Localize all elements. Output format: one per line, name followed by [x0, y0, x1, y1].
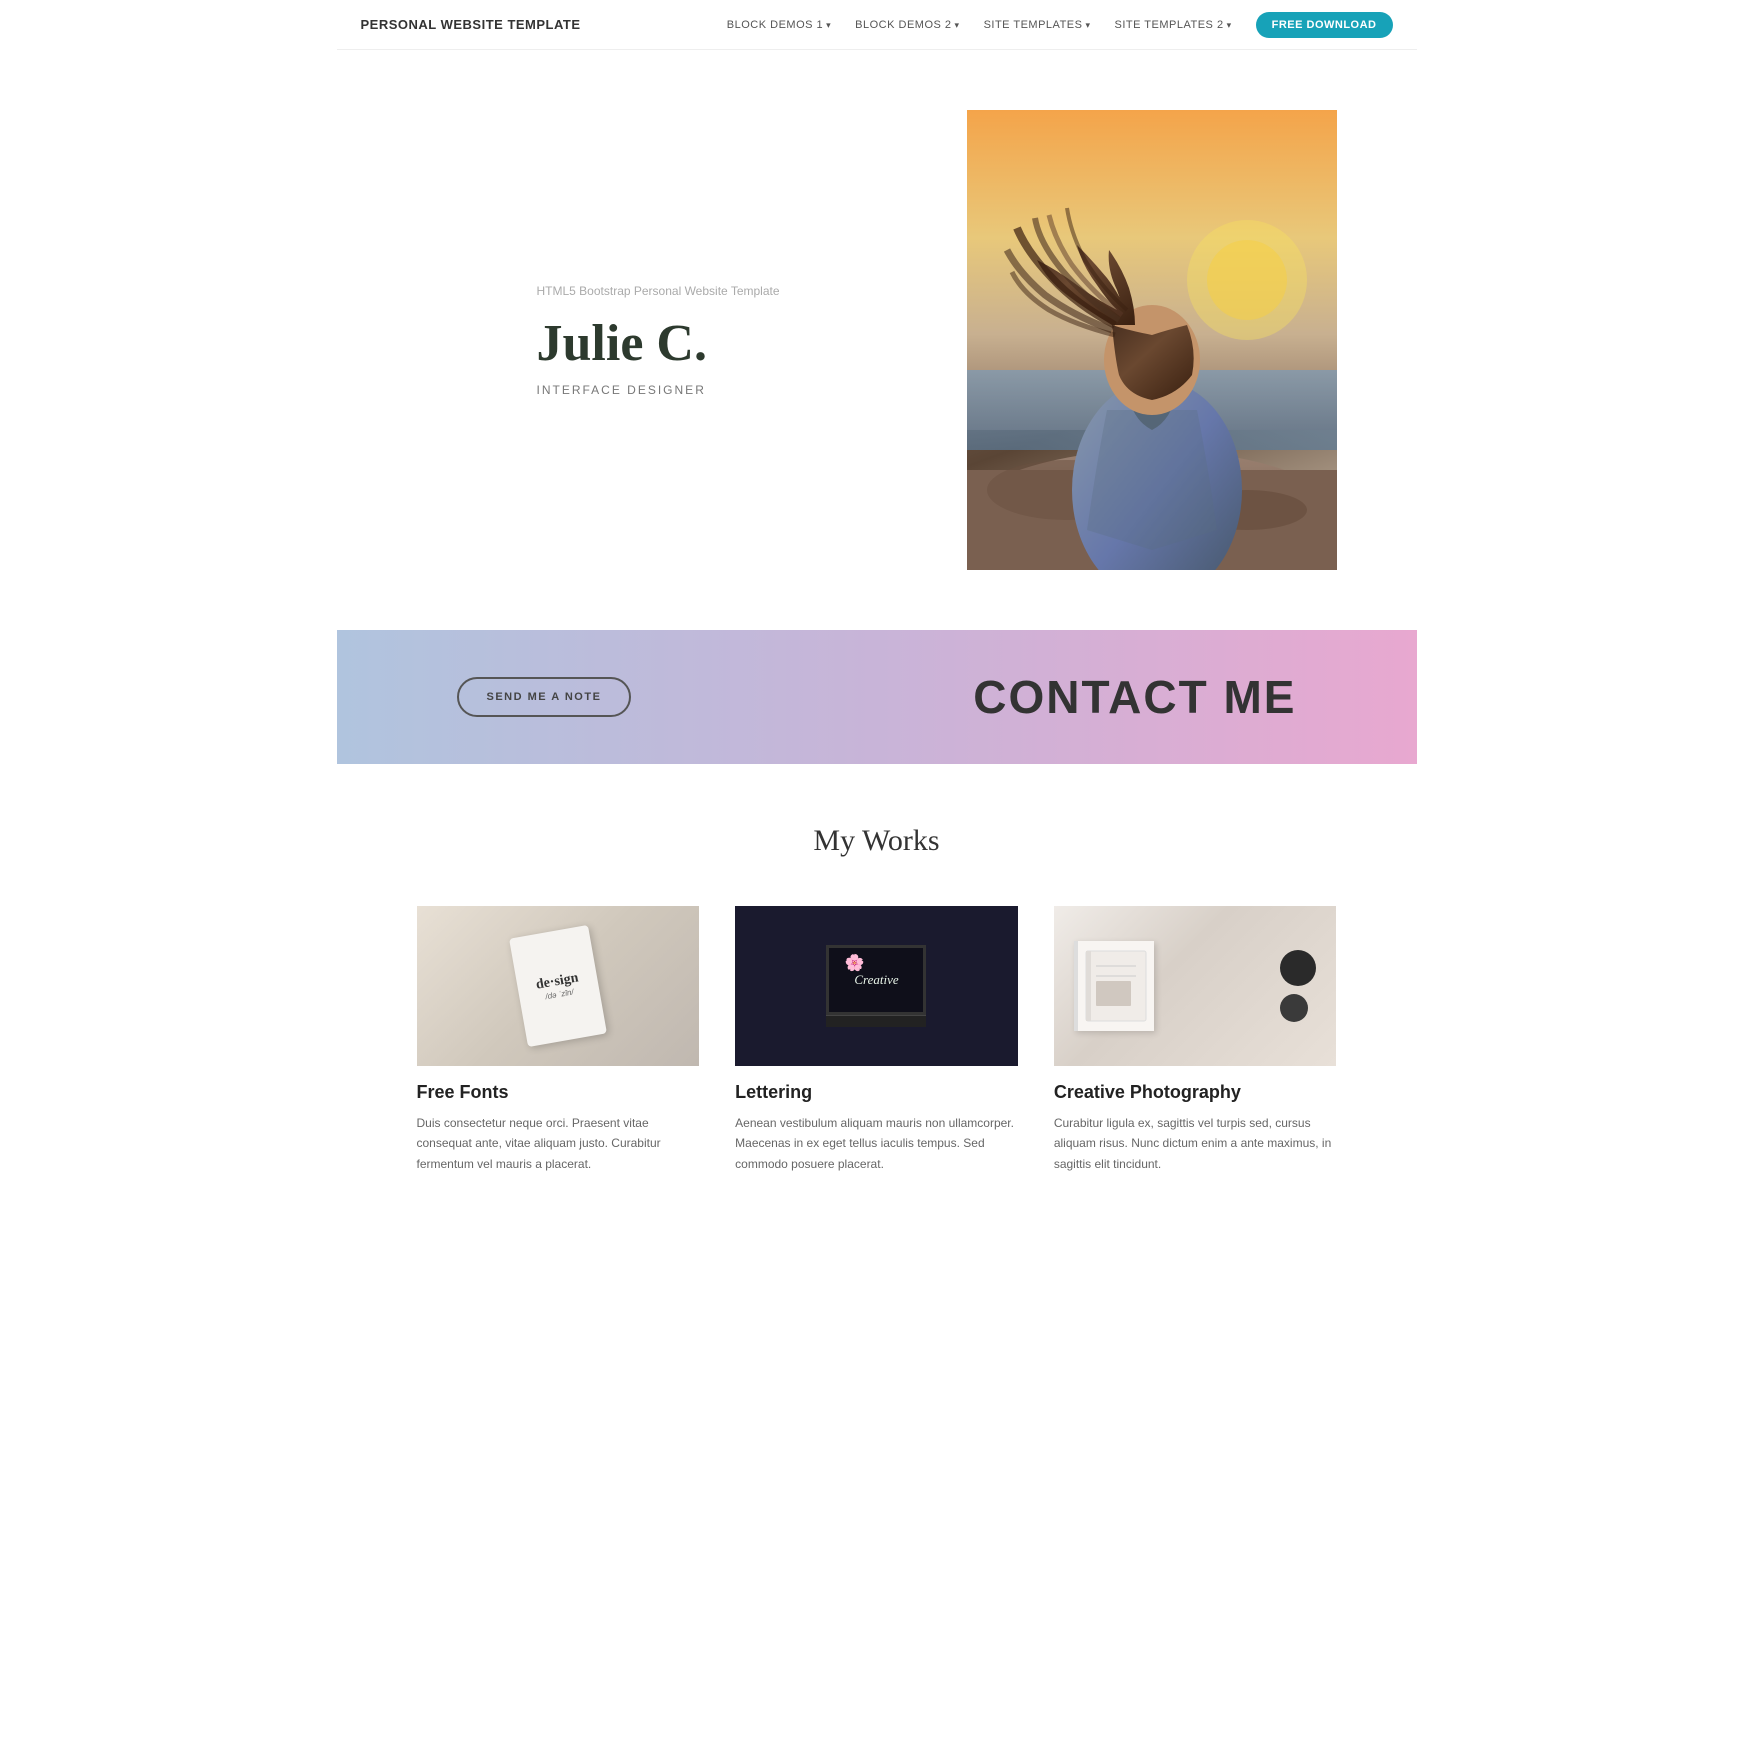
lettering-flowers-icon: 🌸 — [844, 953, 864, 973]
work-name-creative-photography: Creative Photography — [1054, 1082, 1337, 1103]
mug-large — [1280, 950, 1316, 986]
photo-mugs — [1280, 950, 1316, 1022]
nav-links: BLOCK DEMOS 1 BLOCK DEMOS 2 SITE TEMPLAT… — [719, 12, 1393, 38]
book-illustration — [1081, 946, 1151, 1026]
nav-link-block-demos-1[interactable]: BLOCK DEMOS 1 — [719, 15, 839, 35]
nav-link-site-templates[interactable]: SITE TEMPLATES — [976, 15, 1099, 35]
contact-band: SEND ME A NOTE CONTACT ME — [337, 630, 1417, 764]
works-section: My Works de·sign /də ˈzīn/ Free Fonts Du… — [337, 764, 1417, 1254]
send-note-button[interactable]: SEND ME A NOTE — [457, 677, 632, 717]
hero-text: HTML5 Bootstrap Personal Website Templat… — [537, 284, 967, 397]
work-desc-creative-photography: Curabitur ligula ex, sagittis vel turpis… — [1054, 1113, 1337, 1174]
hero-role: INTERFACE DESIGNER — [537, 383, 927, 397]
work-card-free-fonts: de·sign /də ˈzīn/ Free Fonts Duis consec… — [417, 906, 700, 1174]
hero-subtitle: HTML5 Bootstrap Personal Website Templat… — [537, 284, 927, 298]
work-desc-lettering: Aenean vestibulum aliquam mauris non ull… — [735, 1113, 1018, 1174]
nav-brand: PERSONAL WEBSITE TEMPLATE — [361, 17, 581, 32]
mug-small — [1280, 994, 1308, 1022]
photo-book — [1074, 941, 1154, 1031]
work-thumb-creative-photography — [1054, 906, 1337, 1066]
free-download-button[interactable]: FREE DOWNLOAD — [1256, 12, 1393, 38]
work-name-lettering: Lettering — [735, 1082, 1018, 1103]
work-thumb-lettering: 🌸 Creative — [735, 906, 1018, 1066]
navbar: PERSONAL WEBSITE TEMPLATE BLOCK DEMOS 1 … — [337, 0, 1417, 50]
work-card-creative-photography: Creative Photography Curabitur ligula ex… — [1054, 906, 1337, 1174]
work-card-lettering: 🌸 Creative Lettering Aenean vestibulum a… — [735, 906, 1018, 1174]
nav-link-site-templates-2[interactable]: SITE TEMPLATES 2 — [1107, 15, 1240, 35]
work-name-free-fonts: Free Fonts — [417, 1082, 700, 1103]
work-thumb-free-fonts: de·sign /də ˈzīn/ — [417, 906, 700, 1066]
lettering-screen: 🌸 Creative — [826, 945, 926, 1015]
hero-image — [967, 110, 1337, 570]
lettering-text: Creative — [854, 972, 898, 988]
works-grid: de·sign /də ˈzīn/ Free Fonts Duis consec… — [417, 906, 1337, 1174]
nav-link-block-demos-2[interactable]: BLOCK DEMOS 2 — [847, 15, 967, 35]
hero-name: Julie C. — [537, 314, 927, 373]
contact-title: CONTACT ME — [973, 670, 1296, 724]
keyboard-bar — [826, 1015, 926, 1027]
hero-section: HTML5 Bootstrap Personal Website Templat… — [337, 50, 1417, 630]
works-section-title: My Works — [417, 824, 1337, 858]
fonts-device-mockup: de·sign /də ˈzīn/ — [509, 925, 607, 1047]
work-desc-free-fonts: Duis consectetur neque orci. Praesent vi… — [417, 1113, 700, 1174]
hero-illustration — [967, 110, 1337, 570]
